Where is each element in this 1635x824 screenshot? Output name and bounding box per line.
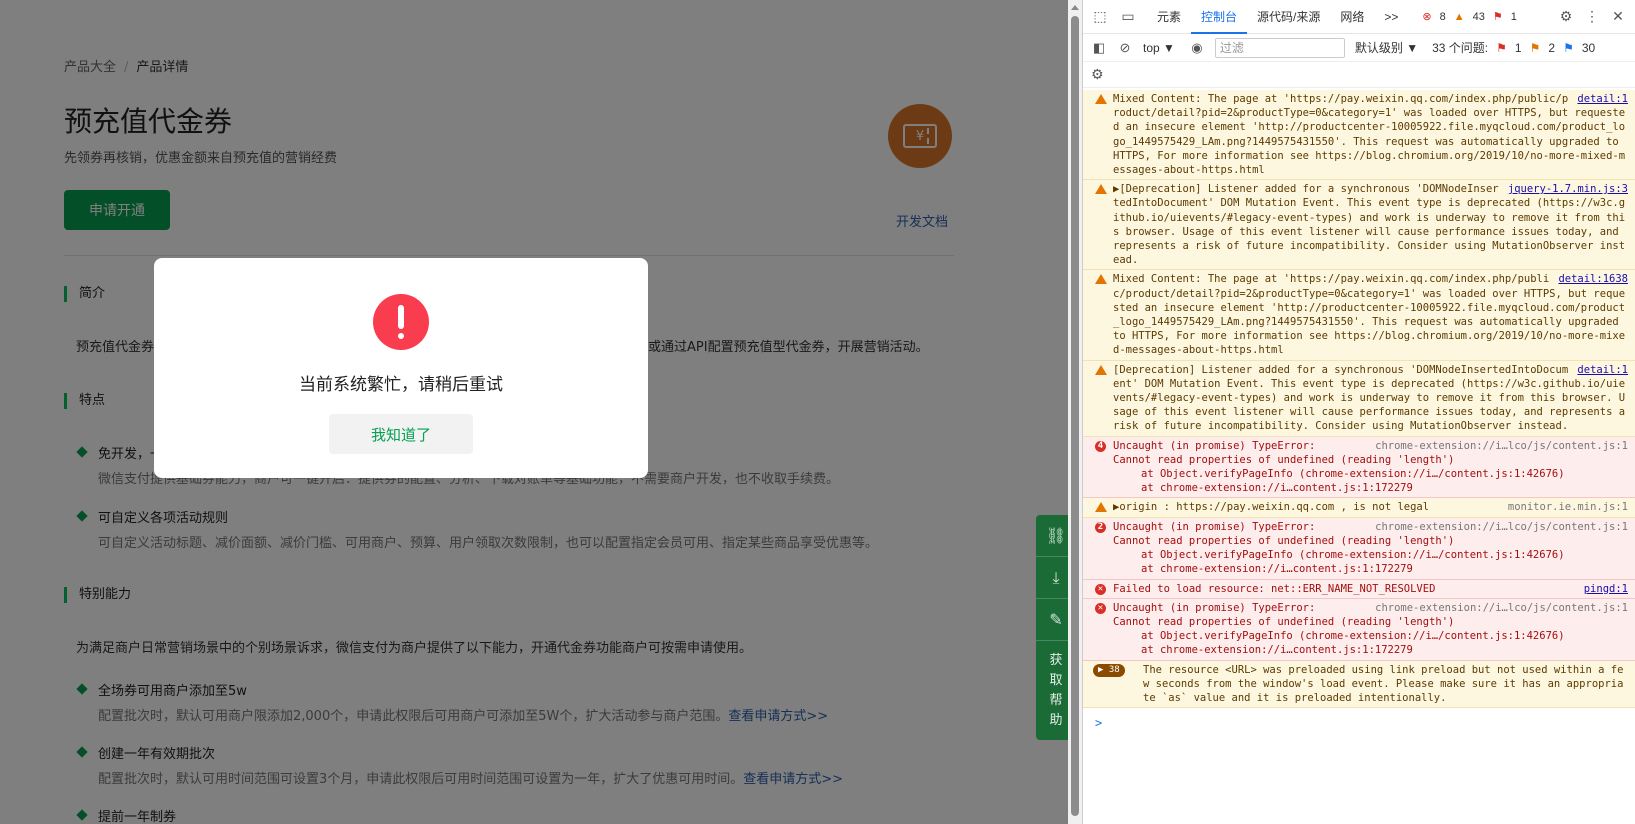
warning-count-icon: ▲ — [1453, 10, 1465, 23]
message-source-link[interactable]: pingd:1 — [1584, 582, 1628, 596]
live-expression-icon[interactable]: ◉ — [1189, 40, 1205, 56]
console-message-err[interactable]: ✕ pingd:1 Failed to load resource: net::ER… — [1083, 579, 1635, 599]
edit-icon[interactable]: ✎ — [1036, 599, 1068, 641]
log-level-select[interactable]: 默认级别 ▼ — [1355, 39, 1418, 56]
warning-icon — [1095, 94, 1107, 104]
message-text: Mixed Content: The page at 'https://pay.… — [1113, 273, 1626, 357]
warning-icon — [1095, 184, 1107, 195]
scrollbar-thumb[interactable] — [1071, 16, 1079, 816]
console-settings-row: ⚙ — [1083, 62, 1635, 88]
console-toolbar: ◧ ⊘ top ▼ ◉ 过滤 默认级别 ▼ 33 个问题: ⚑ 1 ⚑ 2 ⚑ 30 — [1083, 34, 1635, 62]
message-text: Failed to load resource: net::ERR_NAME_N… — [1113, 582, 1436, 595]
clear-console-icon[interactable]: ⊘ — [1117, 40, 1133, 56]
warning-count: 43 — [1472, 10, 1485, 23]
message-text: The resource <URL> was preloaded using l… — [1143, 663, 1624, 704]
warning-icon — [1095, 364, 1107, 375]
get-help-button[interactable]: 获取帮助 — [1036, 641, 1068, 731]
stack-frame[interactable]: at Object.verifyPageInfo (chrome-extensi… — [1113, 467, 1628, 481]
help-sidebar: ⛓ ⤓ ✎ 获取帮助 — [1036, 515, 1068, 740]
console-prompt[interactable]: > — [1083, 708, 1635, 738]
console-messages: detail:1 Mixed Content: The page at 'http… — [1083, 90, 1635, 738]
issue-count-icon: ⚑ — [1492, 11, 1503, 23]
message-source-link[interactable]: chrome-extension://i…lco/js/content.js:1 — [1375, 439, 1628, 453]
acknowledge-button[interactable]: 我知道了 — [329, 414, 473, 454]
message-source-link[interactable]: detail:1 — [1577, 92, 1628, 106]
error-icon — [373, 294, 429, 350]
sidebar-toggle-icon[interactable]: ◧ — [1091, 40, 1107, 56]
link-icon[interactable]: ⛓ — [1036, 515, 1068, 557]
stack-frame[interactable]: at chrome-extension://i…content.js:1:172… — [1113, 562, 1628, 576]
stack-frame[interactable]: at Object.verifyPageInfo (chrome-extensi… — [1113, 629, 1628, 643]
error-icon: ✕ — [1095, 602, 1106, 614]
devtools-actions: ⚙ ⋮ ✕ — [1557, 8, 1635, 26]
device-toolbar-icon[interactable]: ▭ — [1119, 8, 1137, 26]
close-icon[interactable]: ✕ — [1609, 8, 1627, 26]
issue-warning-count: 2 — [1548, 40, 1556, 55]
issue-warning-icon: ⚑ — [1529, 40, 1541, 55]
console-message-warn[interactable]: monitor.ie.min.js:1 ▶origin : https://pay… — [1083, 498, 1635, 518]
more-options-icon[interactable]: ⋮ — [1583, 8, 1601, 26]
console-message-warn[interactable]: detail:1 [Deprecation] Listener added for… — [1083, 360, 1635, 437]
console-message-warn[interactable]: jquery-1.7.min.js:3 ▶[Deprecation] Listen… — [1083, 180, 1635, 271]
more-tabs-button[interactable]: >> — [1374, 0, 1408, 34]
message-text: Mixed Content: The page at 'https://pay.… — [1113, 93, 1626, 177]
message-source-link[interactable]: chrome-extension://i…lco/js/content.js:1 — [1375, 601, 1628, 615]
repeat-count-badge: ▶ 38 — [1093, 663, 1125, 677]
devtools-tabbar: ⬚ ▭ 元素 控制台 源代码/来源 网络 >> ⊗ 8 ▲ 43 ⚑ 1 ⚙ ⋮ ✕ — [1083, 0, 1635, 34]
tab-console[interactable]: 控制台 — [1191, 0, 1248, 34]
console-settings-icon[interactable]: ⚙ — [1091, 67, 1104, 83]
error-modal: 当前系统繁忙，请稍后重试 我知道了 — [154, 258, 648, 478]
inspect-element-icon[interactable]: ⬚ — [1091, 8, 1109, 26]
issue-error-count: 1 — [1514, 40, 1522, 55]
modal-message: 当前系统繁忙，请稍后重试 — [299, 375, 503, 395]
error-icon: ✕ — [1095, 583, 1106, 595]
issue-count: 1 — [1510, 10, 1517, 23]
warning-icon — [1095, 502, 1107, 513]
stack-frame[interactable]: at chrome-extension://i…content.js:1:172… — [1113, 643, 1628, 657]
issues-label: 33 个问题: — [1432, 41, 1489, 55]
tab-network[interactable]: 网络 — [1330, 0, 1374, 34]
settings-icon[interactable]: ⚙ — [1557, 8, 1575, 26]
console-message-err[interactable]: 2 chrome-extension://i…lco/js/content.js:… — [1083, 517, 1635, 580]
message-source-link[interactable]: jquery-1.7.min.js:3 — [1508, 182, 1628, 196]
devtools-panel: ⬚ ▭ 元素 控制台 源代码/来源 网络 >> ⊗ 8 ▲ 43 ⚑ 1 ⚙ ⋮ ✕ … — [1082, 0, 1635, 824]
tab-sources[interactable]: 源代码/来源 — [1247, 0, 1330, 34]
message-source-link[interactable]: detail:1638 — [1558, 272, 1628, 286]
message-counts[interactable]: ⊗ 8 ▲ 43 ⚑ 1 — [1422, 10, 1524, 24]
issue-info-icon: ⚑ — [1563, 40, 1574, 55]
stack-frame[interactable]: at Object.verifyPageInfo (chrome-extensi… — [1113, 548, 1628, 562]
issue-error-icon: ⚑ — [1496, 40, 1507, 55]
console-message-err[interactable]: ✕ chrome-extension://i…lco/js/content.js:… — [1083, 598, 1635, 661]
console-message-warn[interactable]: detail:1638 Mixed Content: The page at 'h… — [1083, 270, 1635, 361]
warning-icon — [1095, 274, 1107, 285]
message-source-link[interactable]: detail:1 — [1577, 363, 1628, 377]
message-source-link[interactable]: chrome-extension://i…lco/js/content.js:1 — [1375, 520, 1628, 534]
console-message-err[interactable]: 4 chrome-extension://i…lco/js/content.js:… — [1083, 436, 1635, 499]
stack-frame[interactable]: at chrome-extension://i…content.js:1:172… — [1113, 481, 1628, 495]
tab-elements[interactable]: 元素 — [1147, 0, 1191, 34]
console-message-warn[interactable]: detail:1 Mixed Content: The page at 'http… — [1083, 90, 1635, 181]
console-message-warn[interactable]: ▶ 38 The resource <URL> was preloaded usi… — [1083, 660, 1635, 709]
context-selector[interactable]: top ▼ — [1143, 41, 1175, 55]
page-scrollbar[interactable] — [1068, 0, 1082, 824]
scroll-up-icon[interactable] — [1071, 5, 1079, 10]
message-source-link[interactable]: monitor.ie.min.js:1 — [1508, 500, 1628, 514]
error-icon: 2 — [1095, 521, 1106, 533]
download-icon[interactable]: ⤓ — [1036, 557, 1068, 599]
product-page: 产品大全/产品详情 预充值代金券 先领券再核销，优惠金额来自预充值的营销经费 ¥… — [0, 0, 1068, 824]
message-text: [Deprecation] Listener added for a synch… — [1113, 363, 1632, 433]
filter-input[interactable]: 过滤 — [1214, 37, 1345, 58]
error-count: 8 — [1439, 10, 1446, 23]
error-count-icon: ⊗ — [1422, 11, 1432, 23]
issue-info-count: 30 — [1581, 40, 1596, 55]
error-icon: 4 — [1095, 440, 1106, 452]
issues-summary[interactable]: 33 个问题: ⚑ 1 ⚑ 2 ⚑ 30 — [1432, 39, 1603, 56]
